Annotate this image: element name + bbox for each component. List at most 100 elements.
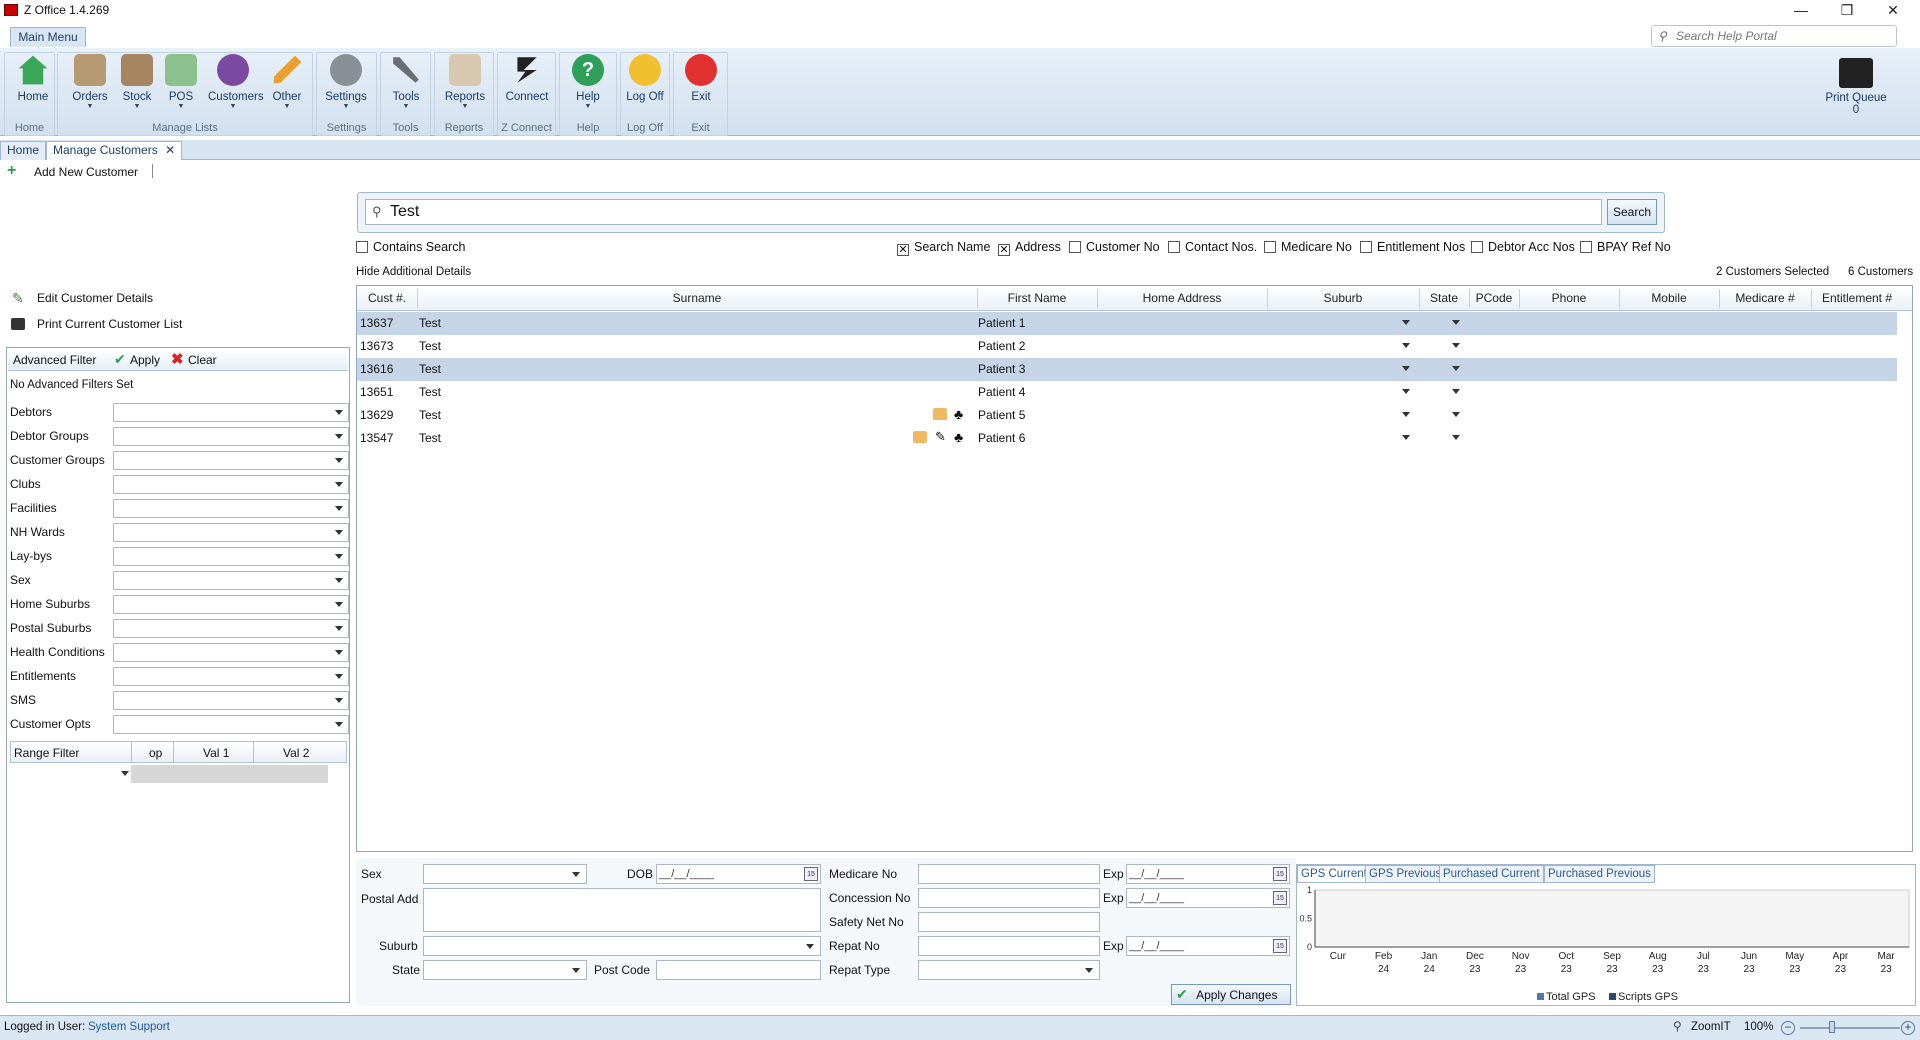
column-header[interactable]: State [1419,291,1469,305]
sms-select[interactable] [113,691,349,710]
main-menu-tab[interactable]: Main Menu [10,27,86,47]
entitlement-nos-checkbox[interactable]: Entitlement Nos [1360,240,1465,254]
tools-button[interactable]: Tools ▼ [381,54,431,116]
contains-search-checkbox[interactable]: Contains Search [356,240,465,254]
edit-customer-details-button[interactable]: Edit Customer Details [37,291,153,305]
stock-button[interactable]: Stock ▼ [112,54,162,116]
range-op-select[interactable] [131,765,328,783]
suburb-dropdown-icon[interactable] [1402,343,1410,348]
other-button[interactable]: Other ▼ [262,54,312,116]
facilities-select[interactable] [113,499,349,518]
column-header[interactable]: First Name [977,291,1097,305]
state-dropdown-icon[interactable] [1452,366,1460,371]
tab-manage-customers[interactable]: Manage Customers ✕ [46,141,183,160]
home-suburbs-select[interactable] [113,595,349,614]
home-button[interactable]: Home [8,54,58,116]
column-header[interactable]: PCode [1469,291,1519,305]
address-checkbox[interactable]: ✕ Address [998,240,1061,256]
postal-suburbs-select[interactable] [113,619,349,638]
logoff-button[interactable]: Log Off [620,54,670,116]
tab-home[interactable]: Home [0,141,47,160]
hide-additional-details-link[interactable]: Hide Additional Details [356,266,471,278]
range-field-select[interactable] [11,765,131,783]
print-queue-button[interactable]: Print Queue 0 [1820,58,1892,116]
add-new-customer-button[interactable]: Add New Customer [34,165,138,179]
concession-exp-input[interactable]: __/__/____ 15 [1126,888,1290,908]
entitlements-select[interactable] [113,667,349,686]
suburb-dropdown-icon[interactable] [1402,412,1410,417]
customer-opts-select[interactable] [113,715,349,734]
calendar-icon[interactable]: 15 [1273,939,1287,953]
zoom-slider-handle[interactable] [1829,1021,1835,1033]
repat-no-input[interactable] [918,936,1100,956]
dob-input[interactable]: __/__/____ 15 [656,864,821,884]
repat-exp-input[interactable]: __/__/____ 15 [1126,936,1290,956]
apply-filter-button[interactable]: Apply [130,353,160,367]
column-header[interactable]: Home Address [1097,291,1267,305]
clear-filter-button[interactable]: Clear [188,353,217,367]
suburb-dropdown-icon[interactable] [1402,320,1410,325]
column-header[interactable]: Surname [417,291,977,305]
state-dropdown-icon[interactable] [1452,320,1460,325]
bpay-ref-no-checkbox[interactable]: BPAY Ref No [1580,240,1671,254]
table-row[interactable]: 13637 Test Patient 1 [357,312,1897,335]
table-row[interactable]: 13616 Test Patient 3 [357,358,1897,381]
contact-nos-checkbox[interactable]: Contact Nos. [1168,240,1257,254]
apply-changes-button[interactable]: ✔ Apply Changes [1171,984,1291,1005]
medicare-exp-input[interactable]: __/__/____ 15 [1126,864,1290,884]
zoom-slider-track[interactable] [1800,1027,1900,1029]
settings-button[interactable]: Settings ▼ [321,54,371,116]
nh-wards-select[interactable] [113,523,349,542]
search-input[interactable]: ⚲ Test [365,199,1602,225]
reports-button[interactable]: Reports ▼ [440,54,490,116]
calendar-icon[interactable]: 15 [1273,867,1287,881]
debtors-select[interactable] [113,403,349,422]
table-row[interactable]: 13673 Test Patient 2 [357,335,1897,358]
debtor-acc-nos-checkbox[interactable]: Debtor Acc Nos [1471,240,1575,254]
minimize-button[interactable]: — [1778,0,1824,22]
exit-button[interactable]: Exit [676,54,726,116]
orders-button[interactable]: Orders ▼ [65,54,115,116]
suburb-dropdown-icon[interactable] [1402,435,1410,440]
postal-address-input[interactable] [423,888,821,932]
help-search-input[interactable]: ⚲ Search Help Portal [1651,25,1897,47]
state-dropdown-icon[interactable] [1452,389,1460,394]
state-select[interactable] [423,960,587,980]
health-conditions-select[interactable] [113,643,349,662]
search-name-checkbox[interactable]: ✕ Search Name [897,240,990,256]
zoom-out-button[interactable]: − [1781,1021,1795,1035]
customer-no-checkbox[interactable]: Customer No [1069,240,1160,254]
column-header[interactable]: Cust #. [357,291,417,305]
tab-purchased-current[interactable]: Purchased Current [1439,865,1544,883]
suburb-dropdown-icon[interactable] [1402,366,1410,371]
medicare-no-checkbox[interactable]: Medicare No [1264,240,1352,254]
table-row[interactable]: 13651 Test Patient 4 [357,381,1897,404]
suburb-select[interactable] [423,936,821,956]
repat-type-select[interactable] [918,960,1100,980]
zoom-in-button[interactable]: + [1901,1021,1915,1035]
help-button[interactable]: ? Help ▼ [563,54,613,116]
print-customer-list-button[interactable]: Print Current Customer List [37,317,182,331]
customers-button[interactable]: Customers ▼ [208,54,264,116]
table-row[interactable]: 13629 Test ♣ Patient 5 [357,404,1897,427]
debtor-groups-select[interactable] [113,427,349,446]
table-row[interactable]: 13547 Test ✎ ♣ Patient 6 [357,427,1897,450]
safety-net-no-input[interactable] [918,912,1100,932]
clubs-select[interactable] [113,475,349,494]
column-header[interactable]: Entitlement # [1811,291,1903,305]
sex-select[interactable] [113,571,349,590]
lay-bys-select[interactable] [113,547,349,566]
tab-purchased-previous[interactable]: Purchased Previous [1544,865,1655,883]
state-dropdown-icon[interactable] [1452,412,1460,417]
search-button[interactable]: Search [1607,199,1657,225]
pos-button[interactable]: POS ▼ [156,54,206,116]
column-header[interactable]: Medicare # [1719,291,1811,305]
calendar-icon[interactable]: 15 [804,867,818,881]
column-header[interactable]: Suburb [1267,291,1419,305]
calendar-icon[interactable]: 15 [1273,891,1287,905]
medicare-no-input[interactable] [918,864,1100,884]
column-header[interactable]: Mobile [1619,291,1719,305]
maximize-button[interactable]: ❐ [1824,0,1870,22]
customer-groups-select[interactable] [113,451,349,470]
tab-gps-previous[interactable]: GPS Previous [1365,865,1446,883]
